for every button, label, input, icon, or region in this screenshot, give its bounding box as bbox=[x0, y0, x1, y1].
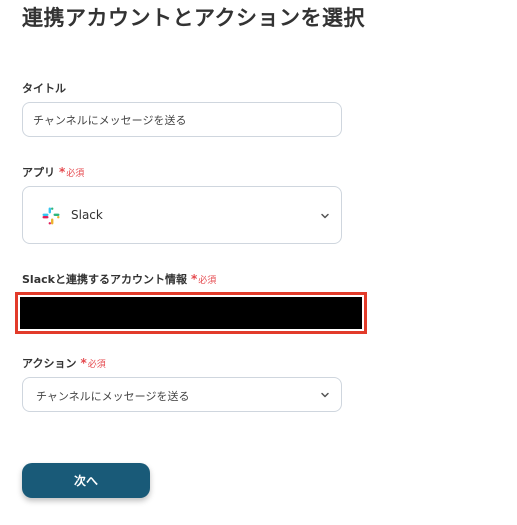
selected-app-name: Slack bbox=[71, 208, 103, 222]
chevron-down-icon bbox=[321, 392, 329, 398]
required-asterisk: * bbox=[80, 356, 87, 370]
selected-action: チャンネルにメッセージを送る bbox=[36, 390, 190, 403]
title-label-text: タイトル bbox=[22, 82, 66, 95]
slack-logo-icon bbox=[42, 207, 60, 225]
action-field-label: アクション * 必須 bbox=[22, 355, 106, 371]
app-select[interactable]: Slack bbox=[22, 186, 342, 244]
title-input[interactable] bbox=[22, 102, 342, 137]
title-field-label: タイトル bbox=[22, 80, 66, 96]
required-asterisk: * bbox=[59, 165, 66, 179]
required-text: 必須 bbox=[198, 275, 217, 286]
page-title: 連携アカウントとアクションを選択 bbox=[22, 6, 365, 30]
app-field-label: アプリ * 必須 bbox=[22, 164, 84, 180]
account-field-label: Slackと連携するアカウント情報 * 必須 bbox=[22, 271, 216, 287]
chevron-down-icon bbox=[321, 213, 329, 219]
next-button[interactable]: 次へ bbox=[22, 463, 150, 498]
required-text: 必須 bbox=[87, 359, 106, 370]
required-asterisk: * bbox=[190, 272, 198, 286]
required-text: 必須 bbox=[66, 168, 85, 179]
action-select[interactable]: チャンネルにメッセージを送る bbox=[22, 377, 342, 412]
action-label-text: アクション bbox=[22, 357, 77, 370]
account-label-text: Slackと連携するアカウント情報 bbox=[22, 273, 187, 286]
app-label-text: アプリ bbox=[22, 166, 55, 179]
account-select-redacted[interactable] bbox=[15, 292, 367, 334]
redaction-block bbox=[20, 297, 362, 329]
